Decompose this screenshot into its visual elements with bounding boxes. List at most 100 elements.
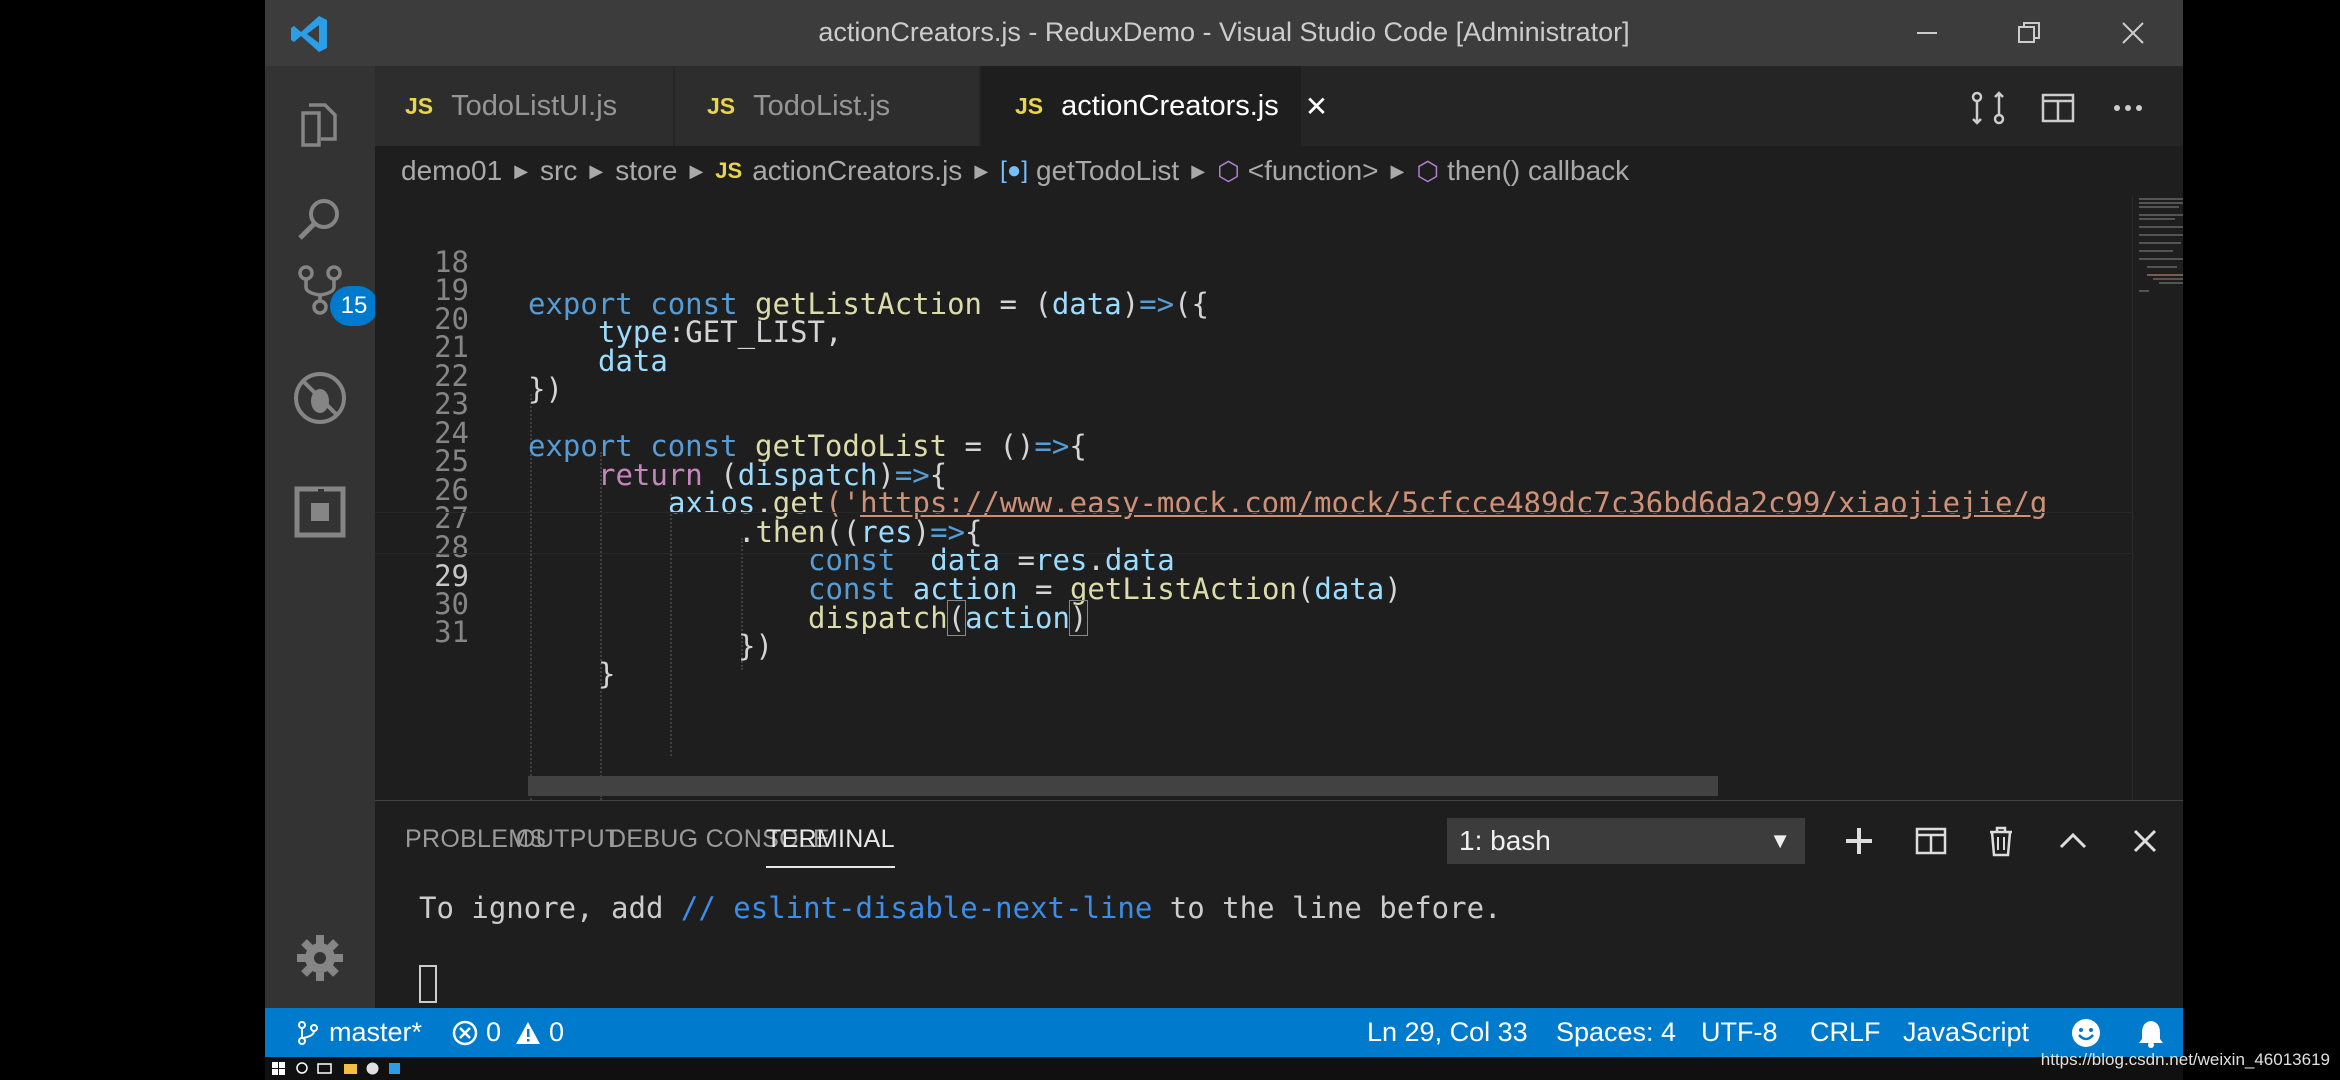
terminal-text: to the line before. xyxy=(1152,891,1502,925)
js-file-icon: JS xyxy=(405,92,434,119)
encoding-status[interactable]: UTF-8 xyxy=(1701,1008,1778,1057)
branch-status[interactable]: master* xyxy=(295,1008,422,1057)
vscode-app-icon[interactable] xyxy=(387,1061,402,1076)
explorer-app-icon[interactable] xyxy=(343,1061,358,1076)
code-token: ) xyxy=(1384,572,1402,606)
language-status[interactable]: JavaScript xyxy=(1903,1008,2029,1057)
scm-badge: 15 xyxy=(330,286,378,326)
split-terminal-icon xyxy=(1915,827,1947,855)
activity-bar: 15 xyxy=(265,66,378,1008)
horizontal-scrollbar-thumb[interactable] xyxy=(528,776,1718,796)
error-icon xyxy=(452,1020,478,1045)
status-bar: master* 0 0 Ln 29, Col 33 Spaces: 4 UTF-… xyxy=(265,1008,2183,1057)
gear-icon xyxy=(297,935,343,981)
breadcrumb: demo01 ▶ src ▶ store ▶ JS actionCreators… xyxy=(375,146,2183,196)
code-token: action xyxy=(965,601,1070,635)
more-actions-button[interactable] xyxy=(2106,86,2150,130)
new-terminal-button[interactable] xyxy=(1835,817,1883,865)
bracket-match: ( xyxy=(946,600,967,636)
task-view-icon[interactable] xyxy=(317,1061,332,1076)
code-token: { xyxy=(1069,429,1087,463)
eol-status[interactable]: CRLF xyxy=(1810,1008,1881,1057)
code-token: :GET_LIST, xyxy=(667,315,843,349)
js-file-icon: JS xyxy=(1015,92,1044,119)
restore-icon xyxy=(2018,22,2040,43)
breadcrumb-item[interactable]: getTodoList xyxy=(1036,155,1179,187)
breadcrumb-item[interactable]: <function> xyxy=(1248,155,1379,187)
warning-icon xyxy=(516,1021,541,1044)
code-token: data xyxy=(1051,287,1122,321)
problems-status[interactable]: 0 0 xyxy=(452,1008,564,1057)
cursor-position-status[interactable]: Ln 29, Col 33 xyxy=(1367,1008,1528,1057)
close-tab-icon[interactable]: ✕ xyxy=(1305,90,1328,123)
code-token: => xyxy=(1139,287,1175,321)
kill-terminal-button[interactable] xyxy=(1977,817,2025,865)
chevron-right-icon: ▶ xyxy=(1390,160,1405,181)
code-token: }) xyxy=(528,372,563,406)
restore-button[interactable] xyxy=(1979,0,2079,66)
variable-symbol-icon: [●] xyxy=(1000,157,1028,184)
code-token: data xyxy=(598,344,668,378)
windows-start-icon[interactable] xyxy=(271,1061,286,1076)
settings-button[interactable] xyxy=(288,926,352,990)
chevron-up-icon xyxy=(2059,832,2087,849)
extensions-button[interactable] xyxy=(288,480,352,544)
plus-icon xyxy=(1846,828,1872,854)
search-icon xyxy=(298,199,339,240)
close-window-button[interactable] xyxy=(2083,0,2183,66)
smiley-icon xyxy=(2072,1018,2100,1047)
tab-label: TodoList.js xyxy=(753,89,891,122)
trash-icon xyxy=(1990,826,2012,857)
files-icon xyxy=(301,103,337,147)
tab-todolist[interactable]: JS TodoList.js xyxy=(675,66,979,146)
tab-todolistui[interactable]: JS TodoListUI.js xyxy=(375,66,673,146)
close-panel-button[interactable] xyxy=(2121,817,2169,865)
debug-icon xyxy=(294,372,346,424)
breadcrumb-item[interactable]: demo01 xyxy=(401,155,502,187)
code-editor[interactable]: 18 export const getListAction = (data)=>… xyxy=(375,196,2183,800)
split-editor-icon xyxy=(2041,93,2075,123)
tab-terminal[interactable]: TERMINAL xyxy=(766,825,895,868)
code-token: = () xyxy=(947,429,1035,463)
indentation-status[interactable]: Spaces: 4 xyxy=(1556,1008,1676,1057)
function-symbol-icon: ⬡ xyxy=(1217,155,1240,186)
breadcrumb-item[interactable]: then() callback xyxy=(1447,155,1629,187)
extensions-icon xyxy=(294,486,346,538)
branch-name: master* xyxy=(329,1017,423,1047)
explorer-button[interactable] xyxy=(288,92,352,156)
search-icon[interactable] xyxy=(295,1061,310,1076)
tab-output[interactable]: OUTPUT xyxy=(516,825,621,854)
function-symbol-icon: ⬡ xyxy=(1416,155,1440,186)
code-token: dispatch xyxy=(808,601,948,635)
warning-count: 0 xyxy=(549,1017,565,1047)
split-editor-button[interactable] xyxy=(2036,86,2080,130)
breadcrumb-item[interactable]: src xyxy=(540,155,577,187)
bracket-match: ) xyxy=(1068,600,1089,636)
line-number: 31 xyxy=(434,615,469,649)
terminal-select-value: 1: bash xyxy=(1459,825,1551,856)
maximize-panel-button[interactable] xyxy=(2049,817,2097,865)
source-control-button[interactable]: 15 xyxy=(288,258,378,326)
open-changes-button[interactable] xyxy=(1966,86,2010,130)
split-terminal-button[interactable] xyxy=(1907,817,1955,865)
breadcrumb-item[interactable]: actionCreators.js xyxy=(752,155,962,187)
search-button[interactable] xyxy=(288,188,352,252)
breadcrumb-item[interactable]: store xyxy=(615,155,677,187)
os-taskbar xyxy=(265,1057,2183,1080)
code-token: } xyxy=(598,657,616,691)
terminal-text: // eslint-disable-next-line xyxy=(680,891,1153,925)
debug-button[interactable] xyxy=(288,366,352,430)
terminal-cursor[interactable] xyxy=(419,965,437,1003)
code-token: data xyxy=(1314,572,1385,606)
js-file-icon: JS xyxy=(707,92,736,119)
minimize-button[interactable] xyxy=(1877,0,1977,66)
terminal-output-line: To ignore, add // eslint-disable-next-li… xyxy=(419,891,1502,925)
js-file-icon: JS xyxy=(715,158,743,183)
title-bar: actionCreators.js - ReduxDemo - Visual S… xyxy=(265,0,2183,66)
minimap[interactable] xyxy=(2132,196,2183,800)
tab-label: TodoListUI.js xyxy=(451,89,618,122)
terminal-select[interactable]: 1: bash ▼ xyxy=(1447,818,1805,864)
tab-actioncreators[interactable]: JS actionCreators.js ✕ xyxy=(981,66,1328,146)
chrome-app-icon[interactable] xyxy=(365,1061,380,1076)
minimize-icon xyxy=(1917,32,1937,34)
